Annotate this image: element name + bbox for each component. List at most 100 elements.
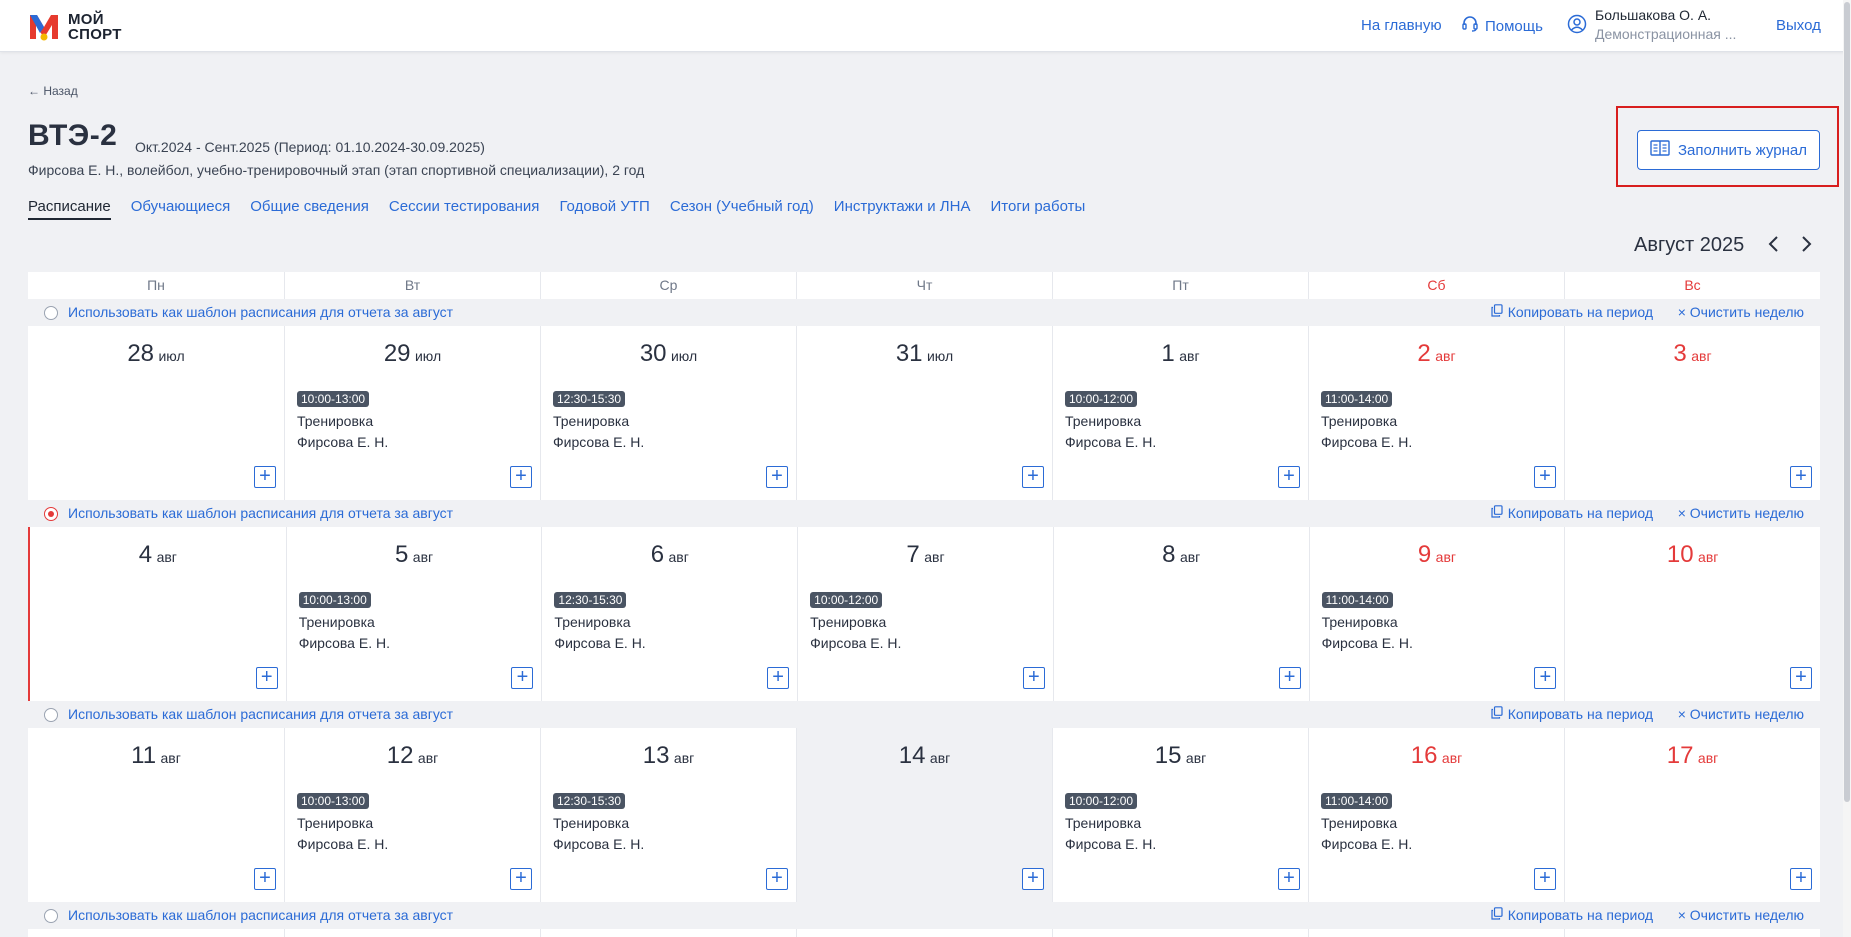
add-event-button[interactable]: + — [254, 466, 276, 488]
add-event-button[interactable]: + — [1022, 868, 1044, 890]
day-cell[interactable]: 6 авг 12:30-15:30 Тренировка Фирсова Е. Н. + — [541, 527, 798, 701]
template-label[interactable]: Использовать как шаблон расписания для о… — [68, 907, 453, 923]
tab-testing[interactable]: Сессии тестирования — [389, 198, 540, 220]
tab-annual-plan[interactable]: Годовой УТП — [559, 198, 649, 220]
day-cell[interactable]: 30 июл 12:30-15:30 Тренировка Фирсова Е. Н.… — [540, 326, 796, 500]
tab-instructions[interactable]: Инструктажи и ЛНА — [834, 198, 971, 220]
day-cell[interactable] — [796, 929, 1052, 937]
copy-icon — [1491, 907, 1503, 923]
day-cell[interactable]: 31 июл + — [796, 326, 1052, 500]
day-cell[interactable] — [1308, 929, 1564, 937]
copy-to-period-link[interactable]: Копировать на период — [1491, 907, 1653, 923]
day-cell[interactable]: 17 авг + — [1564, 728, 1820, 902]
logout-link[interactable]: Выход — [1776, 17, 1821, 34]
tab-schedule[interactable]: Расписание — [28, 198, 111, 220]
day-cell[interactable] — [540, 929, 796, 937]
event-item[interactable]: 12:30-15:30 Тренировка Фирсова Е. Н. — [554, 591, 646, 651]
day-header: 16 авг — [1309, 742, 1564, 770]
day-cell[interactable] — [284, 929, 540, 937]
day-cell[interactable]: 10 авг + — [1564, 527, 1820, 701]
tab-season[interactable]: Сезон (Учебный год) — [670, 198, 814, 220]
event-item[interactable]: 10:00-12:00 Тренировка Фирсова Е. Н. — [1065, 792, 1156, 852]
add-event-button[interactable]: + — [510, 466, 532, 488]
event-item[interactable]: 10:00-12:00 Тренировка Фирсова Е. Н. — [810, 591, 901, 651]
day-cell[interactable]: 3 авг + — [1564, 326, 1820, 500]
help-link[interactable]: Помощь — [1461, 15, 1543, 37]
plus-icon: + — [260, 666, 273, 688]
event-item[interactable]: 11:00-14:00 Тренировка Фирсова Е. Н. — [1321, 390, 1412, 450]
day-cell[interactable]: 12 авг 10:00-13:00 Тренировка Фирсова Е. Н.… — [284, 728, 540, 902]
event-item[interactable]: 11:00-14:00 Тренировка Фирсова Е. Н. — [1321, 591, 1413, 651]
add-event-button[interactable]: + — [766, 868, 788, 890]
scrollbar-thumb[interactable] — [1844, 2, 1850, 802]
event-item[interactable]: 10:00-13:00 Тренировка Фирсова Е. Н. — [297, 792, 388, 852]
tab-general[interactable]: Общие сведения — [250, 198, 369, 220]
event-item[interactable]: 10:00-13:00 Тренировка Фирсова Е. Н. — [298, 591, 390, 651]
fill-journal-button[interactable]: Заполнить журнал — [1637, 130, 1820, 170]
day-cell[interactable]: 13 авг 12:30-15:30 Тренировка Фирсова Е. Н.… — [540, 728, 796, 902]
add-event-button[interactable]: + — [1278, 667, 1301, 689]
home-link[interactable]: На главную — [1361, 17, 1442, 34]
clear-week-link[interactable]: × Очистить неделю — [1678, 304, 1804, 320]
day-cell[interactable] — [1564, 929, 1820, 937]
add-event-button[interactable]: + — [766, 466, 788, 488]
add-event-button[interactable]: + — [510, 868, 532, 890]
day-cell[interactable]: 9 авг 11:00-14:00 Тренировка Фирсова Е. Н. + — [1308, 527, 1565, 701]
day-cell[interactable]: 2 авг 11:00-14:00 Тренировка Фирсова Е. Н. + — [1308, 326, 1564, 500]
add-event-button[interactable]: + — [1534, 667, 1557, 689]
template-label[interactable]: Использовать как шаблон расписания для о… — [68, 304, 453, 320]
add-event-button[interactable]: + — [1022, 667, 1045, 689]
template-label[interactable]: Использовать как шаблон расписания для о… — [68, 706, 453, 722]
event-item[interactable]: 10:00-13:00 Тренировка Фирсова Е. Н. — [297, 390, 388, 450]
help-headset-icon — [1461, 15, 1479, 37]
day-cell[interactable]: 11 авг + — [28, 728, 284, 902]
logo[interactable]: МОЙ СПОРТ — [28, 12, 122, 42]
tab-students[interactable]: Обучающиеся — [131, 198, 231, 220]
template-radio[interactable] — [44, 507, 58, 521]
event-item[interactable]: 12:30-15:30 Тренировка Фирсова Е. Н. — [553, 390, 644, 450]
clear-week-link[interactable]: × Очистить неделю — [1678, 505, 1804, 521]
event-item[interactable]: 12:30-15:30 Тренировка Фирсова Е. Н. — [553, 792, 644, 852]
add-event-button[interactable]: + — [1534, 466, 1556, 488]
add-event-button[interactable]: + — [1278, 868, 1300, 890]
add-event-button[interactable]: + — [254, 868, 276, 890]
day-cell[interactable]: 7 авг 10:00-12:00 Тренировка Фирсова Е. Н. + — [797, 527, 1053, 701]
clear-week-link[interactable]: × Очистить неделю — [1678, 706, 1804, 722]
day-cell[interactable] — [1052, 929, 1308, 937]
add-event-button[interactable]: + — [511, 667, 534, 689]
user-profile[interactable]: Большакова О. А. Демонстрационная ... — [1567, 6, 1736, 44]
day-cell[interactable]: 16 авг 11:00-14:00 Тренировка Фирсова Е. Н.… — [1308, 728, 1564, 902]
add-event-button[interactable]: + — [767, 667, 790, 689]
add-event-button[interactable]: + — [1278, 466, 1300, 488]
template-radio[interactable] — [44, 708, 58, 722]
tab-results[interactable]: Итоги работы — [991, 198, 1086, 220]
day-cell[interactable]: 29 июл 10:00-13:00 Тренировка Фирсова Е. Н.… — [284, 326, 540, 500]
copy-to-period-link[interactable]: Копировать на период — [1491, 706, 1653, 722]
copy-to-period-link[interactable]: Копировать на период — [1491, 505, 1653, 521]
day-number: 11 — [131, 742, 157, 769]
add-event-button[interactable]: + — [1022, 466, 1044, 488]
day-cell[interactable]: 4 авг + — [30, 527, 286, 701]
event-item[interactable]: 11:00-14:00 Тренировка Фирсова Е. Н. — [1321, 792, 1412, 852]
day-cell[interactable]: 8 авг + — [1052, 527, 1309, 701]
template-radio[interactable] — [44, 306, 58, 320]
add-event-button[interactable]: + — [1789, 667, 1812, 689]
add-event-button[interactable]: + — [1790, 466, 1812, 488]
add-event-button[interactable]: + — [1534, 868, 1556, 890]
day-cell[interactable]: 1 авг 10:00-12:00 Тренировка Фирсова Е. Н. + — [1052, 326, 1308, 500]
back-link[interactable]: ← Назад — [28, 84, 78, 98]
event-item[interactable]: 10:00-12:00 Тренировка Фирсова Е. Н. — [1065, 390, 1156, 450]
copy-to-period-link[interactable]: Копировать на период — [1491, 304, 1653, 320]
chevron-left-icon[interactable] — [1767, 234, 1781, 260]
template-label[interactable]: Использовать как шаблон расписания для о… — [68, 505, 453, 521]
day-cell[interactable]: 14 авг + — [796, 728, 1052, 902]
day-cell[interactable] — [28, 929, 284, 937]
chevron-right-icon[interactable] — [1799, 234, 1813, 260]
clear-week-link[interactable]: × Очистить неделю — [1678, 907, 1804, 923]
add-event-button[interactable]: + — [255, 666, 278, 689]
day-cell[interactable]: 15 авг 10:00-12:00 Тренировка Фирсова Е. Н.… — [1052, 728, 1308, 902]
template-radio[interactable] — [44, 909, 58, 923]
day-cell[interactable]: 28 июл + — [28, 326, 284, 500]
add-event-button[interactable]: + — [1790, 868, 1812, 890]
day-cell[interactable]: 5 авг 10:00-13:00 Тренировка Фирсова Е. Н. + — [285, 527, 542, 701]
